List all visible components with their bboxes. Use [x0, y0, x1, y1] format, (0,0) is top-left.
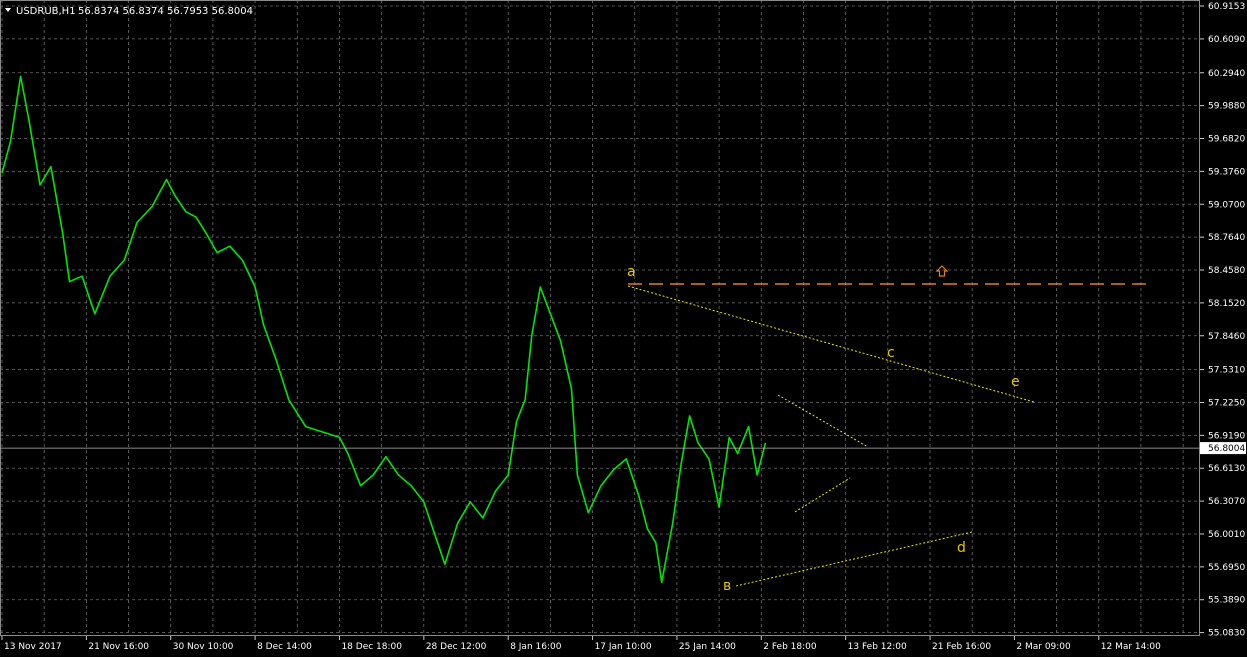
- y-tick-label: 55.0830: [1208, 629, 1245, 639]
- y-tick-label: 59.6820: [1208, 135, 1245, 145]
- y-tick-label: 55.6950: [1208, 563, 1245, 573]
- y-tick-label: 58.7640: [1208, 233, 1245, 243]
- wave-label-e: e: [1011, 374, 1020, 390]
- wave-label-a: a: [627, 264, 636, 280]
- y-tick-label: 59.0700: [1208, 200, 1245, 210]
- chart-background: [0, 0, 1247, 657]
- wave-label-d: d: [957, 540, 966, 556]
- x-tick-label: 13 Nov 2017: [4, 642, 62, 652]
- x-tick-label: 17 Jan 10:00: [595, 642, 652, 652]
- y-tick-label: 60.2940: [1208, 69, 1245, 79]
- wave-label-c: c: [887, 345, 895, 361]
- x-tick-label: 18 Dec 18:00: [341, 642, 402, 652]
- y-tick-label: 56.0010: [1208, 530, 1245, 540]
- ohlc-values: 56.8374 56.8374 56.7953 56.8004: [78, 6, 253, 17]
- x-tick-label: 21 Nov 16:00: [88, 642, 149, 652]
- y-tick-label: 55.3890: [1208, 596, 1245, 606]
- x-tick-label: 30 Nov 10:00: [173, 642, 234, 652]
- x-tick-label: 2 Mar 09:00: [1016, 642, 1071, 652]
- y-tick-label: 60.9153: [1208, 2, 1245, 12]
- x-tick-label: 25 Jan 14:00: [679, 642, 736, 652]
- y-tick-label: 56.6130: [1208, 464, 1245, 474]
- y-tick-label: 58.1520: [1208, 299, 1245, 309]
- current-price-label: 56.8004: [1208, 444, 1245, 454]
- symbol-label: USDRUB,H1: [16, 6, 76, 17]
- x-tick-label: 8 Dec 14:00: [257, 642, 312, 652]
- x-tick-label: 13 Feb 12:00: [848, 642, 907, 652]
- y-tick-label: 60.6090: [1208, 35, 1245, 45]
- y-tick-label: 56.9190: [1208, 431, 1245, 441]
- x-tick-label: 21 Feb 16:00: [932, 642, 991, 652]
- chart[interactable]: 60.9153 60.6090 60.2940 59.9880 59.6820 59.37…: [0, 0, 1247, 657]
- y-tick-label: 58.4580: [1208, 266, 1245, 276]
- y-tick-label: 57.2250: [1208, 398, 1245, 408]
- y-tick-label: 59.9880: [1208, 102, 1245, 112]
- x-tick-label: 28 Dec 12:00: [426, 642, 487, 652]
- wave-label-b: в: [723, 578, 731, 594]
- y-tick-label: 59.3760: [1208, 167, 1245, 177]
- x-tick-label: 8 Jan 16:00: [510, 642, 562, 652]
- y-tick-label: 56.3070: [1208, 497, 1245, 507]
- y-tick-label: 57.5310: [1208, 366, 1245, 376]
- x-tick-label: 2 Feb 18:00: [763, 642, 817, 652]
- y-tick-label: 57.8460: [1208, 332, 1245, 342]
- x-tick-label: 12 Mar 14:00: [1101, 642, 1161, 652]
